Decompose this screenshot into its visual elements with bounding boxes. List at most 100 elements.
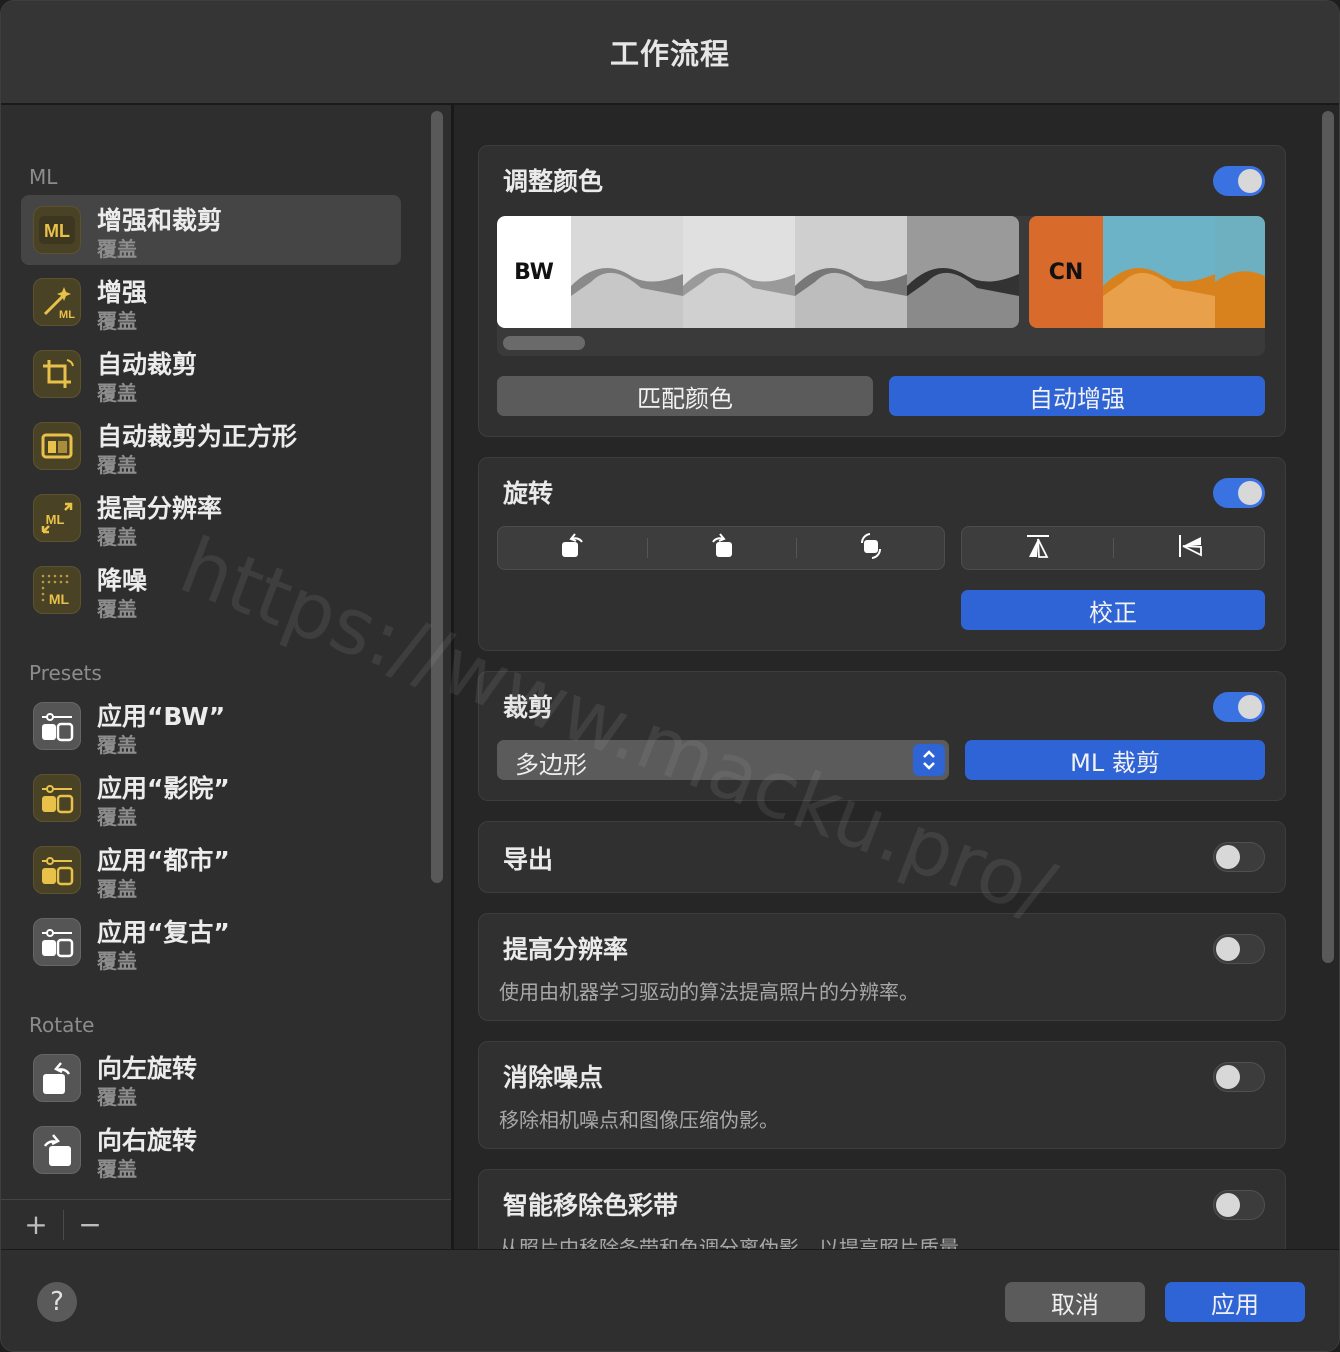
rotate-left-icon (558, 531, 588, 565)
apply-button[interactable]: 应用 (1165, 1282, 1305, 1322)
svg-text:ML: ML (46, 512, 65, 527)
toggle-knob (1216, 937, 1240, 961)
steps-panel: 调整颜色 BW CN 匹配颜色 自动增强 旋转 校正 裁剪 多边形 ML 裁剪 … (454, 105, 1339, 1249)
preset-cn-label[interactable]: CN (1029, 216, 1103, 328)
preset-bw-label[interactable]: BW (497, 216, 571, 328)
chevron-updown-icon (913, 744, 945, 776)
upscale-ml-icon: ML (33, 494, 81, 542)
sidebar: ML ML 增强和裁剪 覆盖 ML 增强 覆盖 自动裁剪 覆盖 自动裁剪为正方形… (1, 105, 451, 1199)
rotate-right-segment[interactable] (648, 527, 796, 569)
preset-thumb-bw-3[interactable] (795, 216, 907, 328)
toggle-knob (1238, 695, 1262, 719)
svg-text:ML: ML (44, 221, 70, 241)
rotate-right-icon (707, 531, 737, 565)
sidebar-item-sub: 覆盖 (97, 453, 137, 477)
preset-thumb-bw-1[interactable] (571, 216, 683, 328)
preset-thumb-cn-2[interactable] (1215, 216, 1265, 328)
sidebar-item-sub: 覆盖 (97, 525, 137, 549)
sidebar-item-label: 应用“复古” (97, 918, 230, 947)
card-title: 裁剪 (503, 693, 554, 722)
footer-divider (63, 1210, 64, 1240)
crop-square-icon (33, 422, 81, 470)
sidebar-footer: + − (1, 1199, 451, 1249)
sidebar-item-preset-bw[interactable]: 应用“BW” 覆盖 (21, 691, 401, 761)
magic-wand-ml-icon: ML (33, 278, 81, 326)
sidebar-item-sub: 覆盖 (97, 733, 137, 757)
rotate-segmented-control (497, 526, 945, 570)
preset-thumb-cn-1[interactable] (1103, 216, 1215, 328)
sidebar-item-preset-retro[interactable]: 应用“复古” 覆盖 (21, 907, 401, 977)
section-label-ml: ML (29, 165, 58, 189)
svg-text:ML: ML (59, 309, 75, 321)
flip-horizontal-segment[interactable] (1114, 527, 1265, 569)
sidebar-item-auto-crop-square[interactable]: 自动裁剪为正方形 覆盖 (21, 411, 401, 481)
card-title: 智能移除色彩带 (503, 1191, 679, 1220)
crop-shape-select[interactable]: 多边形 (497, 740, 949, 780)
deband-toggle[interactable] (1213, 1190, 1265, 1220)
card-description: 从照片中移除条带和色调分离伪影，以提高照片质量。 (499, 1236, 979, 1249)
flip-vertical-segment[interactable] (962, 527, 1113, 569)
cancel-button[interactable]: 取消 (1005, 1282, 1145, 1322)
sidebar-item-label: 应用“BW” (97, 702, 226, 731)
rotate-left-segment[interactable] (498, 527, 647, 569)
toggle-knob (1238, 481, 1262, 505)
flip-horizontal-icon (1175, 531, 1205, 565)
upscale-toggle[interactable] (1213, 934, 1265, 964)
preset-thumb-bw-2[interactable] (683, 216, 795, 328)
sidebar-item-sub: 覆盖 (97, 949, 137, 973)
section-label-presets: Presets (29, 661, 102, 685)
sidebar-item-rotate-left[interactable]: 向左旋转 覆盖 (21, 1043, 401, 1113)
preset-strip[interactable]: BW CN (497, 216, 1265, 356)
sidebar-item-denoise[interactable]: ML 降噪 覆盖 (21, 555, 401, 625)
sidebar-item-enhance-and-crop[interactable]: ML 增强和裁剪 覆盖 (21, 195, 401, 265)
preset-icon (33, 702, 81, 750)
sidebar-item-label: 应用“影院” (97, 774, 230, 803)
adjust-color-toggle[interactable] (1213, 166, 1265, 196)
ml-badge-icon: ML (33, 206, 81, 254)
crop-toggle[interactable] (1213, 692, 1265, 722)
auto-enhance-button[interactable]: 自动增强 (889, 376, 1265, 416)
ml-crop-button[interactable]: ML 裁剪 (965, 740, 1265, 780)
sidebar-item-preset-cinema[interactable]: 应用“影院” 覆盖 (21, 763, 401, 833)
sidebar-item-sub: 覆盖 (97, 597, 137, 621)
sidebar-item-label: 增强 (97, 278, 148, 307)
sidebar-item-label: 增强和裁剪 (97, 206, 223, 235)
sidebar-item-sub: 覆盖 (97, 877, 137, 901)
sidebar-item-label: 应用“都市” (97, 846, 230, 875)
match-color-button[interactable]: 匹配颜色 (497, 376, 873, 416)
sidebar-item-sub: 覆盖 (97, 1157, 137, 1181)
sidebar-item-upscale[interactable]: ML 提高分辨率 覆盖 (21, 483, 401, 553)
sidebar-item-rotate-right[interactable]: 向右旋转 覆盖 (21, 1115, 401, 1185)
sidebar-item-auto-crop[interactable]: 自动裁剪 覆盖 (21, 339, 401, 409)
rotate-toggle[interactable] (1213, 478, 1265, 508)
card-title: 消除噪点 (503, 1063, 604, 1092)
preset-strip-scrollbar[interactable] (503, 336, 585, 350)
straighten-button[interactable]: 校正 (961, 590, 1265, 630)
sidebar-item-label: 向右旋转 (97, 1126, 198, 1155)
steps-scrollbar[interactable] (1322, 111, 1334, 963)
denoise-toggle[interactable] (1213, 1062, 1265, 1092)
sidebar-item-enhance[interactable]: ML 增强 覆盖 (21, 267, 401, 337)
denoise-ml-icon: ML (33, 566, 81, 614)
sidebar-item-sub: 覆盖 (97, 381, 137, 405)
rotate-180-segment[interactable] (797, 527, 945, 569)
export-toggle[interactable] (1213, 842, 1265, 872)
crop-shape-value: 多边形 (515, 751, 587, 779)
preset-icon (33, 774, 81, 822)
card-rotate: 旋转 校正 (478, 457, 1286, 651)
sidebar-item-preset-urban[interactable]: 应用“都市” 覆盖 (21, 835, 401, 905)
card-deband: 智能移除色彩带 从照片中移除条带和色调分离伪影，以提高照片质量。 (478, 1169, 1286, 1249)
sidebar-item-label: 向左旋转 (97, 1054, 198, 1083)
sidebar-item-sub: 覆盖 (97, 805, 137, 829)
card-title: 旋转 (503, 479, 554, 508)
preset-thumb-bw-4[interactable] (907, 216, 1019, 328)
auto-crop-icon (33, 350, 81, 398)
card-description: 移除相机噪点和图像压缩伪影。 (499, 1108, 779, 1132)
card-adjust-color: 调整颜色 BW CN 匹配颜色 自动增强 (478, 145, 1286, 437)
add-step-button[interactable]: + (21, 1208, 51, 1241)
sidebar-item-sub: 覆盖 (97, 309, 137, 333)
card-title: 调整颜色 (503, 167, 604, 196)
remove-step-button[interactable]: − (75, 1208, 105, 1241)
sidebar-scrollbar[interactable] (431, 111, 443, 883)
help-button[interactable]: ? (37, 1282, 77, 1322)
